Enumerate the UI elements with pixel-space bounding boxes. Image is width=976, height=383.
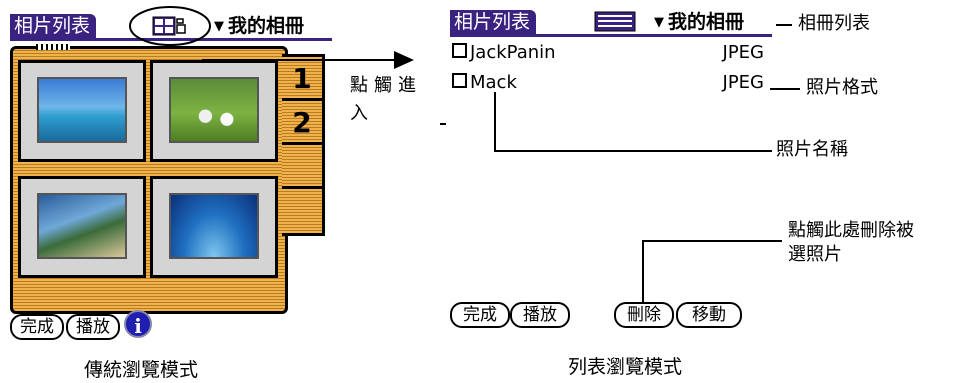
move-button[interactable]: 移動	[676, 302, 742, 328]
left-album-dropdown[interactable]: ▼ 我的相冊	[214, 14, 304, 39]
play-button[interactable]: 播放	[66, 314, 120, 340]
list-item[interactable]: JackPanin JPEG	[452, 42, 764, 64]
photo-thumbnail[interactable]	[18, 60, 146, 162]
callout-line-delete-v	[642, 240, 644, 302]
photo-name: JackPanin	[470, 42, 556, 63]
photo-image	[37, 77, 127, 143]
play-button[interactable]: 播放	[510, 302, 570, 328]
page-tab-2[interactable]: 2	[282, 98, 325, 148]
callout-line-album-list	[776, 24, 792, 26]
chevron-down-icon: ▼	[654, 15, 664, 30]
select-checkbox[interactable]	[452, 43, 467, 58]
right-screen: 相片列表 ▼ 我的相冊 JackPanin JPEG Mack JPEG 完成 播…	[448, 0, 788, 345]
right-album-dropdown[interactable]: ▼ 我的相冊	[654, 10, 744, 35]
delete-hint-label-line1: 點觸此處刪除被	[788, 220, 914, 241]
tap-enter-label: 點觸進入	[350, 75, 422, 124]
album-list-label: 相冊列表	[798, 13, 870, 34]
done-button[interactable]: 完成	[450, 302, 510, 328]
photo-image	[169, 77, 259, 143]
right-album-name: 我的相冊	[668, 11, 745, 33]
arrow-line	[202, 59, 398, 61]
left-title: 相片列表	[10, 14, 97, 38]
photo-format: JPEG	[722, 42, 764, 63]
photo-image	[169, 193, 259, 259]
list-item[interactable]: Mack JPEG	[452, 72, 764, 94]
callout-line-photo-name-h	[494, 150, 772, 152]
right-title: 相片列表	[450, 10, 537, 34]
toggle-highlight-ellipse	[129, 6, 211, 46]
left-screen: 相片列表 ▼ 我的相冊 1 2 完成 播放 i	[0, 0, 340, 345]
photo-name-label: 照片名稱	[776, 139, 848, 160]
page-tab-4[interactable]	[282, 186, 325, 236]
photo-thumbnail[interactable]	[150, 60, 278, 162]
photo-thumbnail[interactable]	[18, 176, 146, 278]
right-caption: 列表瀏覽模式	[568, 356, 683, 378]
photo-format: JPEG	[722, 72, 764, 93]
delete-button[interactable]: 刪除	[614, 302, 674, 328]
callout-line-delete-h	[642, 240, 782, 242]
tap-enter-tick	[440, 123, 446, 125]
arrow-head-icon	[394, 51, 414, 69]
left-album-name: 我的相冊	[228, 15, 305, 37]
done-button[interactable]: 完成	[10, 314, 64, 340]
album-binder-ring	[36, 44, 70, 50]
list-view-icon[interactable]	[594, 11, 636, 32]
page-tab-1[interactable]: 1	[282, 54, 325, 104]
page-tab-3[interactable]	[282, 142, 325, 192]
left-caption: 傳統瀏覽模式	[84, 359, 199, 381]
photo-name: Mack	[470, 72, 517, 93]
photo-image	[37, 193, 127, 259]
info-icon[interactable]: i	[124, 310, 152, 338]
chevron-down-icon: ▼	[214, 19, 224, 34]
callout-line-photo-format	[770, 88, 800, 90]
delete-hint-label-line2: 選照片	[788, 244, 842, 265]
photo-thumbnail[interactable]	[150, 176, 278, 278]
callout-line-photo-name-v	[494, 92, 496, 152]
photo-format-label: 照片格式	[806, 77, 878, 98]
select-checkbox[interactable]	[452, 73, 467, 88]
